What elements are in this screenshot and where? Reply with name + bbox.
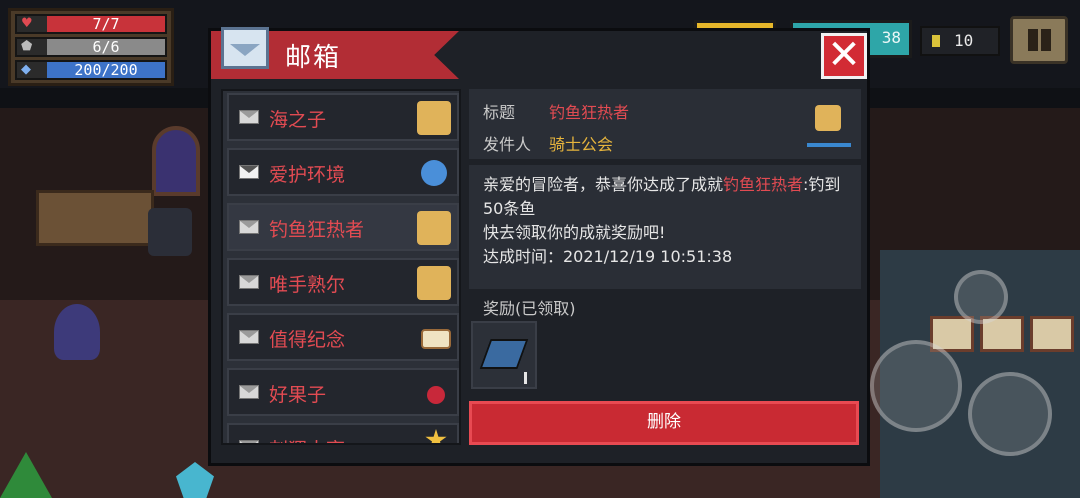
- sender-key: 发件人: [483, 135, 532, 154]
- gem-count: 38: [881, 28, 901, 47]
- pause-button[interactable]: [1010, 16, 1068, 64]
- arched-window: [152, 126, 200, 196]
- reward-label: 奖励(已领取): [483, 299, 576, 318]
- mail-item[interactable]: 好果子: [227, 368, 459, 416]
- mail-item[interactable]: 海之子: [227, 93, 459, 141]
- energy-value: 200/200: [47, 62, 165, 78]
- shield-bar: ⬟ 6/6: [15, 37, 167, 57]
- sender-row: 发件人 骑士公会: [483, 131, 613, 155]
- achievement-name: 钓鱼狂热者: [723, 175, 804, 194]
- close-button[interactable]: ✕: [821, 33, 867, 79]
- gold-counter: 10: [920, 26, 1000, 56]
- envelope-unread-icon: [239, 165, 259, 179]
- shield-value: 6/6: [47, 39, 165, 55]
- skill-button[interactable]: [968, 372, 1052, 456]
- sender-value: 骑士公会: [549, 135, 614, 154]
- envelope-open-icon: [239, 440, 259, 443]
- christmas-tree: [0, 452, 52, 498]
- star-icon: [425, 429, 447, 443]
- title-key: 标题: [483, 103, 516, 122]
- reward-slot[interactable]: [471, 321, 537, 389]
- mail-item-label: 好果子: [269, 384, 327, 406]
- fishing-rod-icon: [807, 143, 851, 147]
- gold-value: 10: [954, 31, 974, 50]
- energy-bar: ◆ 200/200: [15, 60, 167, 80]
- fisher-icon: [815, 105, 841, 131]
- mail-body: 亲爱的冒险者，恭喜你达成了成就钓鱼狂热者:钓到50条鱼 快去领取你的成就奖励吧!…: [469, 165, 861, 289]
- mail-item-label: 海之子: [269, 109, 327, 131]
- cherry-icon: [427, 386, 445, 404]
- mail-item[interactable]: 唯手熟尔: [227, 258, 459, 306]
- envelope-open-icon: [239, 330, 259, 344]
- notice-board: [36, 190, 154, 246]
- mail-item-label: 值得纪念: [269, 329, 346, 351]
- status-panel: ♥ 7/7 ⬟ 6/6 ◆ 200/200: [8, 8, 174, 86]
- coin-icon: [932, 35, 940, 47]
- mail-body-time: 达成时间：2021/12/19 10:51:38: [483, 247, 733, 266]
- fisher-icon: [417, 266, 451, 300]
- mage-npc: [54, 304, 100, 360]
- title-row: 标题 钓鱼狂热者: [483, 99, 629, 123]
- attack-button[interactable]: [870, 340, 962, 432]
- mail-icon: [221, 27, 269, 69]
- sender-avatar: [803, 95, 853, 151]
- document-icon: [421, 329, 451, 349]
- mail-item-label: 唯手熟尔: [269, 274, 346, 296]
- mail-item-selected[interactable]: 钓鱼狂热者: [227, 203, 459, 251]
- heart-icon: ♥: [21, 16, 33, 31]
- weapon-swap-button[interactable]: [954, 270, 1008, 324]
- mail-item-label: 刺猬大亨: [269, 435, 345, 443]
- envelope-open-icon: [239, 220, 259, 234]
- mail-item[interactable]: 刺猬大亨: [227, 423, 459, 443]
- mail-body-line: 亲爱的冒险者，恭喜你达成了成就钓鱼狂热者:钓到50条鱼: [483, 175, 841, 218]
- fisher-kid-icon: [417, 101, 451, 135]
- delete-button[interactable]: 删除: [469, 401, 859, 445]
- globe-icon: [421, 160, 447, 186]
- fisher-icon: [417, 211, 451, 245]
- shield-icon: ⬟: [21, 39, 33, 54]
- envelope-open-icon: [239, 110, 259, 124]
- envelope-open-icon: [239, 275, 259, 289]
- dialog-title: 邮箱: [285, 43, 342, 73]
- diamond-icon: ◆: [21, 62, 31, 77]
- mail-item-label: 钓鱼狂热者: [269, 219, 365, 241]
- mail-body-line: 快去领取你的成就奖励吧!: [483, 223, 666, 242]
- mailbox-dialog: 邮箱 ✕ 海之子 爱护环境 钓鱼狂热者 唯手熟尔 值得纪念 好果子 标题 钓鱼狂…: [208, 27, 870, 466]
- mail-detail-header: 标题 钓鱼狂热者 发件人 骑士公会: [469, 89, 861, 159]
- wizard-npc: [148, 208, 192, 256]
- mail-list[interactable]: 海之子 爱护环境 钓鱼狂热者 唯手熟尔 值得纪念 好果子: [221, 89, 461, 445]
- reward-quantity-mark: [524, 372, 527, 384]
- title-value: 钓鱼狂热者: [549, 103, 630, 122]
- fishing-rod-icon: [479, 339, 529, 369]
- mail-item[interactable]: 爱护环境: [227, 148, 459, 196]
- hp-value: 7/7: [47, 16, 165, 32]
- mail-item[interactable]: 值得纪念: [227, 313, 459, 361]
- envelope-open-icon: [239, 385, 259, 399]
- mail-item-label: 爱护环境: [269, 164, 346, 186]
- dialog-header: 邮箱 ✕: [211, 27, 867, 83]
- hp-bar: ♥ 7/7: [15, 14, 167, 34]
- wall-signs: [930, 316, 1080, 358]
